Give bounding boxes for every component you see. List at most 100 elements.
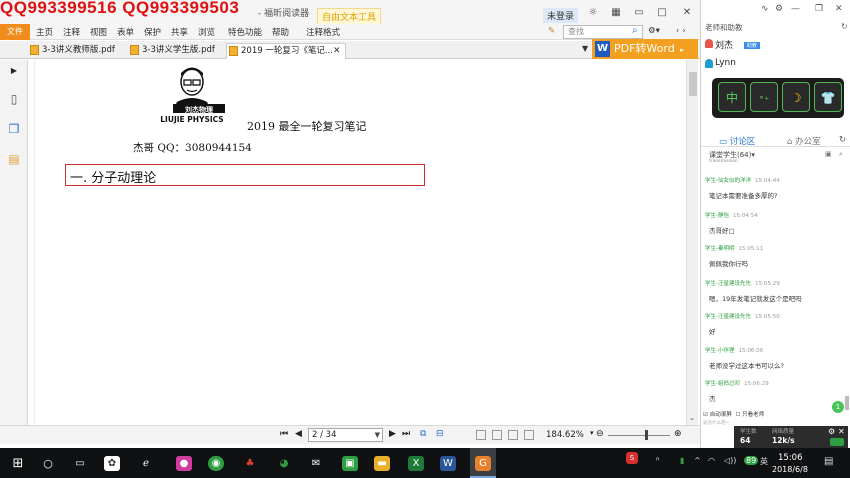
fit-page-icon[interactable]: ⊟ (436, 429, 444, 439)
settings-icon[interactable]: ⚙ (828, 427, 835, 436)
zoom-out-icon[interactable]: ⊖ (596, 429, 604, 439)
green-app-icon[interactable]: ◉ (208, 456, 224, 471)
search-icon[interactable]: ⌕ (839, 150, 843, 159)
restore-icon[interactable]: ❐ (815, 4, 823, 14)
menu-help[interactable]: 帮助 (272, 26, 289, 38)
tab-free-text-tool[interactable]: 自由文本工具 (317, 8, 382, 25)
user-lynn[interactable]: Lynn (705, 58, 736, 70)
search-input[interactable]: 查找 (563, 25, 643, 39)
zoom-dropdown-icon[interactable]: ▾ (590, 429, 594, 437)
menu-file[interactable]: 文件 (0, 24, 30, 40)
image-icon[interactable]: ▣ (825, 150, 832, 158)
zoom-slider[interactable] (608, 435, 670, 436)
pages-icon[interactable]: ▯ (7, 92, 21, 106)
search-icon[interactable]: ⌕ (632, 25, 638, 36)
punctuation-icon[interactable]: ∘₊ (750, 82, 778, 112)
zoom-slider-thumb[interactable] (645, 430, 648, 440)
expand-arrow-icon[interactable]: ▶ (7, 64, 21, 78)
tab-list-dropdown-icon[interactable]: ▼ (582, 44, 588, 53)
menu-home[interactable]: 主页 (36, 26, 53, 38)
close-icon[interactable]: ✕ (678, 6, 696, 20)
tab-office[interactable]: ⌂ 办公室 (787, 135, 821, 147)
clock-time[interactable]: 15:06 (778, 453, 803, 463)
menu-comment[interactable]: 注释 (63, 26, 80, 38)
tab-discussion[interactable]: ▭ 讨论区 (719, 135, 755, 147)
grid-icon[interactable]: ▦ (607, 6, 625, 20)
refresh-icon[interactable]: ↻ (839, 135, 846, 145)
excel-icon[interactable]: X (408, 456, 424, 471)
maximize-icon[interactable]: □ (653, 6, 671, 20)
settings-icon[interactable]: ⚙ (775, 4, 783, 14)
mail-icon[interactable]: ✉ (308, 456, 324, 471)
ime-lang-indicator[interactable]: 英 (760, 456, 768, 467)
menu-browse[interactable]: 浏览 (198, 26, 215, 38)
active-app-slot[interactable]: G (470, 448, 496, 478)
skin-icon[interactable]: ☼ (584, 6, 602, 20)
restore-icon[interactable]: ▭ (630, 6, 648, 20)
continuous-view-icon[interactable] (492, 430, 502, 440)
action-center-icon[interactable]: ▤ (824, 456, 833, 467)
menu-share[interactable]: 共享 (171, 26, 188, 38)
word-app-icon[interactable]: W (440, 456, 456, 471)
volume-icon[interactable]: ◁)) (724, 456, 736, 465)
vertical-scrollbar[interactable]: ⌄ (686, 60, 698, 425)
pdf-to-word-button[interactable]: W PDF转Word ▸ (592, 39, 698, 59)
first-page-icon[interactable]: ⏮ (280, 429, 288, 439)
last-page-icon[interactable]: ⏭ (402, 429, 410, 439)
moon-icon[interactable]: ☽ (782, 82, 810, 112)
layers-icon[interactable]: ❐ (7, 122, 21, 136)
tab-doc-2[interactable]: 3-3讲义学生版.pdf (128, 43, 215, 59)
page-number-input[interactable]: 2 / 34 ▼ (308, 428, 383, 442)
prev-page-icon[interactable]: ◀ (295, 429, 302, 439)
zoom-level[interactable]: 184.62% (546, 430, 584, 440)
tray-person-icon[interactable]: ᴿ (656, 456, 660, 465)
close-tab-icon[interactable]: ✕ (333, 46, 341, 56)
chinese-input-icon[interactable]: 中 (718, 82, 746, 112)
battery-icon[interactable]: ▮ (680, 456, 684, 465)
file-explorer-icon[interactable]: ▬ (374, 456, 390, 471)
login-button[interactable]: 未登录 (543, 8, 579, 23)
tab-doc-1[interactable]: 3-3讲义教师版.pdf (28, 43, 115, 59)
single-page-view-icon[interactable] (476, 430, 486, 440)
continuous-facing-view-icon[interactable] (524, 430, 534, 440)
minimize-icon[interactable]: — (791, 4, 800, 14)
menu-annotation-format[interactable]: 注释格式 (306, 26, 340, 38)
close-icon[interactable]: ✕ (838, 427, 845, 436)
pinwheel-app-icon[interactable]: ✿ (104, 456, 120, 471)
ie-browser-icon[interactable]: ℯ (138, 456, 154, 471)
wechat-icon[interactable]: ◕ (276, 456, 292, 471)
comments-icon[interactable]: ▤ (7, 152, 21, 166)
notification-app-icon[interactable]: S (626, 452, 638, 464)
refresh-icon[interactable]: ↻ (841, 22, 848, 31)
color-app-icon[interactable]: ● (176, 456, 192, 471)
facing-view-icon[interactable] (508, 430, 518, 440)
penguin-app-icon[interactable]: ♣ (242, 456, 258, 471)
auto-scroll-checkbox[interactable]: ☑ (703, 412, 708, 418)
scroll-down-icon[interactable]: ⌄ (689, 414, 695, 422)
settings-icon[interactable]: ⚙▾ (648, 26, 660, 36)
task-view-icon[interactable]: ▭ (72, 456, 88, 471)
tab-doc-3[interactable]: 2019 一轮复习《笔记... (226, 43, 346, 59)
skin-shirt-icon[interactable]: 👕 (814, 82, 842, 112)
menu-protect[interactable]: 保护 (144, 26, 161, 38)
pen-icon[interactable]: ✎ (548, 26, 555, 36)
scrollbar-thumb[interactable] (689, 72, 697, 96)
menu-features[interactable]: 特色功能 (228, 26, 262, 38)
close-icon[interactable]: ✕ (835, 4, 843, 14)
tray-expand-icon[interactable]: ^ (694, 456, 701, 465)
zoom-in-icon[interactable]: ⊕ (674, 429, 682, 439)
chat-scrollbar[interactable] (845, 396, 849, 410)
windows-start-icon[interactable]: ⊞ (10, 456, 26, 471)
next-page-icon[interactable]: ▶ (389, 429, 396, 439)
search-icon[interactable]: ○ (40, 456, 56, 471)
ribbon-nav-icon[interactable]: ‹ › (676, 26, 686, 36)
teacher-only-checkbox[interactable]: ☐ (735, 412, 740, 418)
unread-badge[interactable]: 1 (832, 401, 844, 413)
menu-view[interactable]: 视图 (90, 26, 107, 38)
green-square-app-icon[interactable]: ▣ (342, 456, 358, 471)
user-liujie[interactable]: 刘杰 助教 (705, 38, 760, 51)
heading-selection-box[interactable]: 一. 分子动理论 (65, 164, 425, 186)
network-icon[interactable]: ◠ (708, 456, 715, 465)
menu-form[interactable]: 表单 (117, 26, 134, 38)
clock-date[interactable]: 2018/6/8 (772, 465, 808, 474)
